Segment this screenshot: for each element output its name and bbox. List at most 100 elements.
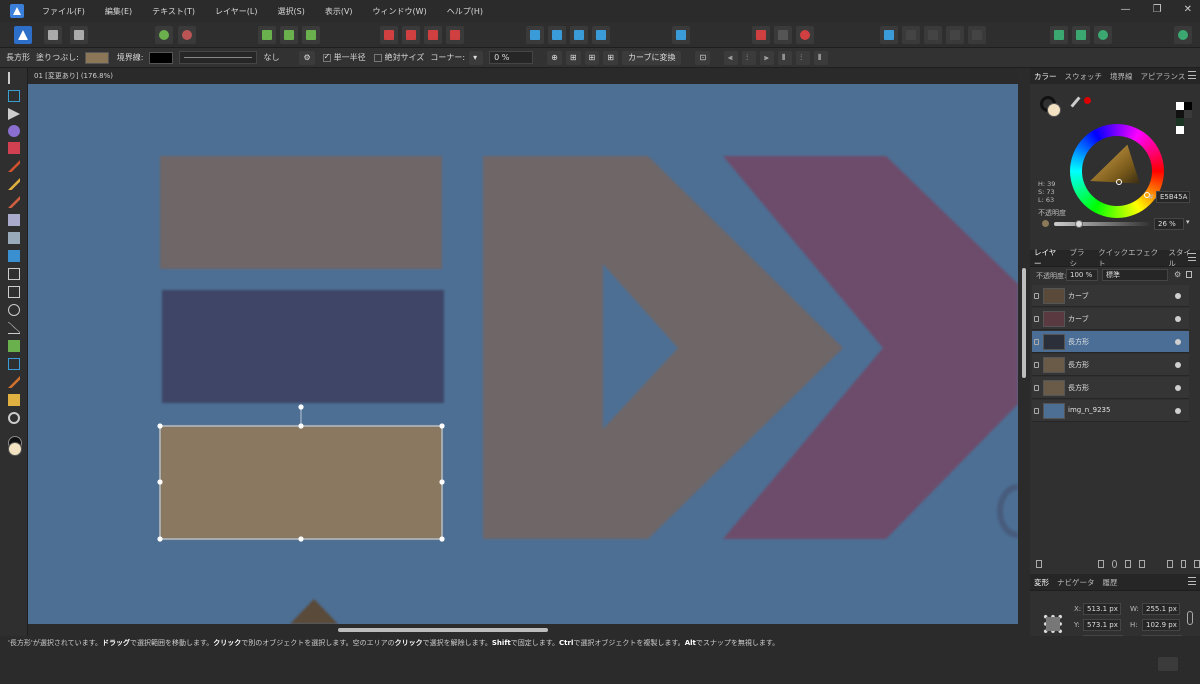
layer-lock-icon[interactable]: [1034, 339, 1039, 345]
transparency-tool-icon[interactable]: [8, 232, 20, 244]
distribute-icon[interactable]: ⊞: [603, 50, 618, 65]
layer-visibility-icon[interactable]: [1175, 339, 1181, 345]
insert-icon[interactable]: [1072, 26, 1090, 44]
tab-navigator[interactable]: ナビゲータ: [1053, 577, 1099, 588]
document-tab[interactable]: 01 [変更あり] (176.8%): [28, 68, 1018, 84]
fill-color-well[interactable]: [8, 442, 22, 456]
crop-tool-icon[interactable]: [8, 268, 20, 280]
x-field[interactable]: 513.1 px: [1083, 603, 1121, 615]
panel-menu-icon[interactable]: [1188, 253, 1196, 261]
panel-menu-icon[interactable]: [1188, 577, 1196, 585]
hex-field[interactable]: E5B45A: [1156, 191, 1190, 203]
pen-tool-icon[interactable]: [8, 160, 20, 172]
align-left-icon[interactable]: ⫷: [724, 50, 739, 65]
align-right-icon[interactable]: ⫸: [760, 50, 775, 65]
artboard-tool-icon[interactable]: [8, 90, 20, 102]
selection-handle[interactable]: [439, 536, 445, 542]
menu-item[interactable]: 選択(S): [268, 6, 315, 17]
contour-tool-icon[interactable]: [8, 125, 20, 137]
minimize-icon[interactable]: —: [1121, 4, 1131, 15]
layer-visibility-icon[interactable]: [1175, 408, 1181, 414]
transform-origin-icon[interactable]: ⊕: [547, 50, 562, 65]
snap-icon[interactable]: [258, 26, 276, 44]
ellipse-tool-icon[interactable]: [8, 304, 20, 316]
layer-row[interactable]: 長方形: [1032, 377, 1189, 399]
arrange-icon[interactable]: [424, 26, 442, 44]
layer-visibility-icon[interactable]: [1175, 385, 1181, 391]
menu-item[interactable]: レイヤー(L): [205, 6, 267, 17]
arrange-icon[interactable]: [402, 26, 420, 44]
arrange-icon[interactable]: [380, 26, 398, 44]
opacity-slider-thumb[interactable]: [1075, 220, 1083, 228]
transform-options-button[interactable]: [1158, 657, 1178, 671]
selection-handle[interactable]: [157, 536, 163, 542]
export-persona-icon[interactable]: [70, 26, 88, 44]
layer-visibility-icon[interactable]: [1175, 362, 1181, 368]
menu-item[interactable]: ウィンドウ(W): [363, 6, 437, 17]
menu-item[interactable]: テキスト(T): [142, 6, 205, 17]
snap-icon[interactable]: [302, 26, 320, 44]
move-tool-icon[interactable]: [8, 72, 20, 84]
horizontal-scrollbar[interactable]: [28, 624, 1018, 636]
zoom-tool-icon[interactable]: [8, 412, 20, 424]
opacity-field[interactable]: 26 %: [1154, 218, 1184, 230]
duplicate-layer-icon[interactable]: [1180, 560, 1187, 568]
shapes-tool-icon[interactable]: [8, 340, 20, 352]
layer-row[interactable]: img_n_9235: [1032, 400, 1189, 422]
account-icon[interactable]: [1174, 26, 1192, 44]
y-field[interactable]: 573.1 px: [1083, 619, 1121, 631]
selection-handle[interactable]: [157, 423, 163, 429]
mask-layer-icon[interactable]: [1097, 560, 1104, 568]
tab-transform[interactable]: 変形: [1030, 577, 1053, 588]
corner-value-field[interactable]: 0 %: [489, 51, 534, 64]
distribute-icon[interactable]: ⊞: [584, 50, 600, 65]
boolean-icon[interactable]: [880, 26, 898, 44]
lock-icon[interactable]: [1186, 271, 1192, 278]
horizontal-scroll-thumb[interactable]: [338, 628, 548, 632]
single-radius-checkbox[interactable]: [322, 52, 331, 62]
w-field[interactable]: 255.1 px: [1142, 603, 1180, 615]
snapping-icon[interactable]: [774, 26, 792, 44]
corner-tool-icon[interactable]: [8, 142, 20, 154]
layer-options-icon[interactable]: [1036, 560, 1042, 568]
align-middle-icon[interactable]: ⫶: [796, 50, 811, 65]
flip-icon[interactable]: [526, 26, 544, 44]
layer-lock-icon[interactable]: [1034, 362, 1039, 368]
layer-lock-icon[interactable]: [1034, 408, 1039, 414]
magnet-icon[interactable]: [796, 26, 814, 44]
adjustment-icon[interactable]: [1111, 560, 1118, 568]
layer-opacity-field[interactable]: 100 %: [1066, 269, 1098, 281]
add-layer-icon[interactable]: [1166, 560, 1173, 568]
fill-color-icon[interactable]: [1047, 103, 1061, 117]
menu-item[interactable]: 編集(E): [95, 6, 142, 17]
vertical-scrollbar[interactable]: [1018, 68, 1030, 636]
layer-row[interactable]: 長方形: [1032, 331, 1189, 353]
measure-tool-icon[interactable]: [8, 394, 20, 406]
rotate-icon[interactable]: [570, 26, 588, 44]
rotation-handle[interactable]: [298, 404, 304, 410]
anchor-point-grid[interactable]: [1042, 613, 1064, 635]
maximize-icon[interactable]: ❐: [1153, 4, 1162, 15]
distribute-icon[interactable]: ⊞: [565, 50, 581, 65]
tab-swatches[interactable]: スウォッチ: [1061, 71, 1107, 82]
layer-row[interactable]: 長方形: [1032, 354, 1189, 376]
flip-icon[interactable]: [548, 26, 566, 44]
selection-handle[interactable]: [157, 479, 163, 485]
fill-tool-icon[interactable]: [8, 214, 20, 226]
stroke-style-field[interactable]: [179, 51, 258, 64]
h-field[interactable]: 102.9 px: [1142, 619, 1180, 631]
rectangle-tool-icon[interactable]: [8, 286, 20, 298]
layer-visibility-icon[interactable]: [1175, 293, 1181, 299]
gear-icon[interactable]: [155, 26, 173, 44]
opacity-dropdown-icon[interactable]: ▾: [1186, 218, 1190, 226]
recent-color[interactable]: [1176, 126, 1184, 134]
canvas[interactable]: [28, 84, 1018, 624]
triangle-tool-icon[interactable]: [8, 322, 20, 334]
layer-row[interactable]: カーブ: [1032, 308, 1189, 330]
pixel-persona-icon[interactable]: [44, 26, 62, 44]
delete-layer-icon[interactable]: [1194, 560, 1200, 568]
stroke-settings-button[interactable]: ⚙: [299, 50, 315, 65]
close-icon[interactable]: ✕: [1184, 4, 1192, 15]
boolean-icon[interactable]: [924, 26, 942, 44]
menu-item[interactable]: ファイル(F): [32, 6, 95, 17]
